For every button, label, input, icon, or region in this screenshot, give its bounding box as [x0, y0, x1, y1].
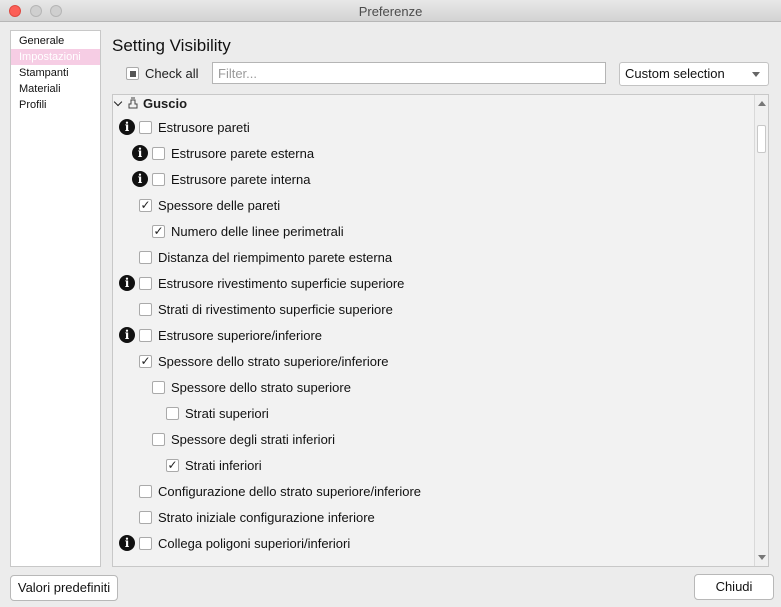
setting-row[interactable]: Estrusore pareti [139, 118, 250, 136]
setting-row[interactable]: Estrusore parete esterna [152, 144, 314, 162]
close-button[interactable]: Chiudi [694, 574, 774, 600]
filter-input[interactable] [212, 62, 606, 84]
setting-row[interactable]: Collega poligoni superiori/inferiori [139, 534, 350, 552]
setting-checkbox[interactable] [139, 276, 152, 290]
scroll-up-arrow-icon[interactable] [758, 101, 766, 106]
setting-label: Spessore dello strato superiore/inferior… [158, 353, 389, 369]
setting-row[interactable]: Spessore dello strato superiore [152, 378, 351, 396]
setting-checkbox[interactable] [152, 380, 165, 394]
defaults-button[interactable]: Valori predefiniti [10, 575, 118, 601]
setting-row[interactable]: Configurazione dello strato superiore/in… [139, 482, 421, 500]
setting-row[interactable]: Strato iniziale configurazione inferiore [139, 508, 375, 526]
setting-label: Collega poligoni superiori/inferiori [158, 535, 351, 551]
setting-row[interactable]: Spessore degli strati inferiori [152, 430, 335, 448]
setting-label: Spessore degli strati inferiori [171, 431, 336, 447]
setting-label: Spessore delle pareti [158, 197, 281, 213]
setting-row[interactable]: ✓ Numero delle linee perimetrali [152, 222, 344, 240]
setting-checkbox[interactable] [139, 120, 152, 134]
setting-label: Configurazione dello strato superiore/in… [158, 483, 422, 499]
setting-row[interactable]: ✓ Spessore dello strato superiore/inferio… [139, 352, 389, 370]
scrollbar[interactable] [754, 95, 768, 566]
sidebar-item-impostazioni[interactable]: Impostazioni [11, 49, 100, 65]
setting-checkbox[interactable] [166, 406, 179, 420]
checkmark-icon: ✓ [153, 224, 164, 238]
page-title: Setting Visibility [112, 36, 231, 55]
setting-checkbox[interactable] [139, 328, 152, 342]
settings-list: Guscio i Estrusore pareti i Estrusore paret… [112, 94, 769, 567]
checkmark-icon: ✓ [167, 458, 178, 472]
info-icon[interactable]: i [132, 171, 148, 187]
preferences-sidebar: Generale Impostazioni Stampanti Material… [10, 30, 101, 567]
setting-checkbox[interactable] [152, 432, 165, 446]
setting-label: Strati superiori [185, 405, 269, 421]
setting-row[interactable]: Estrusore parete interna [152, 170, 310, 188]
setting-checkbox[interactable] [139, 484, 152, 498]
setting-row[interactable]: Distanza del riempimento parete esterna [139, 248, 392, 266]
setting-label: Spessore dello strato superiore [171, 379, 351, 395]
setting-checkbox[interactable] [152, 146, 165, 160]
setting-checkbox[interactable] [139, 536, 152, 550]
setting-checkbox[interactable] [139, 510, 152, 524]
visibility-preset-select[interactable]: Custom selection [619, 62, 769, 86]
sidebar-item-materiali[interactable]: Materiali [11, 81, 100, 97]
setting-checkbox[interactable]: ✓ [152, 224, 165, 238]
setting-checkbox[interactable] [152, 172, 165, 186]
setting-row[interactable]: Strati di rivestimento superficie superi… [139, 300, 393, 318]
setting-label: Estrusore pareti [158, 119, 250, 135]
check-all-checkbox[interactable] [126, 67, 139, 80]
check-all-label: Check all [145, 66, 199, 81]
shell-icon [128, 97, 138, 109]
sidebar-item-stampanti[interactable]: Stampanti [11, 65, 100, 81]
setting-checkbox[interactable]: ✓ [166, 458, 179, 472]
setting-label: Distanza del riempimento parete esterna [158, 249, 393, 265]
scroll-down-arrow-icon[interactable] [758, 555, 766, 560]
partial-check-indicator [129, 70, 136, 77]
info-icon[interactable]: i [119, 119, 135, 135]
info-icon[interactable]: i [132, 145, 148, 161]
info-icon[interactable]: i [119, 535, 135, 551]
setting-label: Numero delle linee perimetrali [171, 223, 344, 239]
setting-label: Estrusore rivestimento superficie superi… [158, 275, 405, 291]
checkmark-icon: ✓ [140, 354, 151, 368]
category-label: Guscio [143, 95, 188, 111]
setting-checkbox[interactable]: ✓ [139, 198, 152, 212]
window-title: Preferenze [358, 4, 423, 19]
setting-row[interactable]: Strati superiori [166, 404, 269, 422]
setting-row[interactable]: ✓ Spessore delle pareti [139, 196, 280, 214]
info-icon[interactable]: i [119, 327, 135, 343]
setting-label: Strato iniziale configurazione inferiore [158, 509, 375, 525]
title-bar: Preferenze [0, 0, 781, 22]
sidebar-item-profili[interactable]: Profili [11, 97, 100, 113]
sidebar-item-generale[interactable]: Generale [11, 33, 100, 49]
checkmark-icon: ✓ [140, 198, 151, 212]
setting-row[interactable]: Estrusore superiore/inferiore [139, 326, 322, 344]
setting-label: Estrusore parete esterna [171, 145, 315, 161]
setting-row[interactable]: Estrusore rivestimento superficie superi… [139, 274, 404, 292]
setting-label: Strati inferiori [185, 457, 262, 473]
dropdown-arrow-icon [752, 72, 760, 77]
chevron-down-icon[interactable] [115, 99, 123, 107]
setting-row[interactable]: ✓ Strati inferiori [166, 456, 262, 474]
check-all[interactable]: Check all [126, 66, 198, 81]
setting-checkbox[interactable] [139, 302, 152, 316]
info-icon[interactable]: i [119, 275, 135, 291]
setting-label: Strati di rivestimento superficie superi… [158, 301, 393, 317]
setting-label: Estrusore superiore/inferiore [158, 327, 323, 343]
setting-checkbox[interactable] [139, 250, 152, 264]
category-header-guscio[interactable]: Guscio [115, 95, 187, 111]
setting-checkbox[interactable]: ✓ [139, 354, 152, 368]
visibility-preset-value: Custom selection [625, 66, 725, 81]
setting-label: Estrusore parete interna [171, 171, 311, 187]
scrollbar-thumb[interactable] [757, 125, 766, 153]
